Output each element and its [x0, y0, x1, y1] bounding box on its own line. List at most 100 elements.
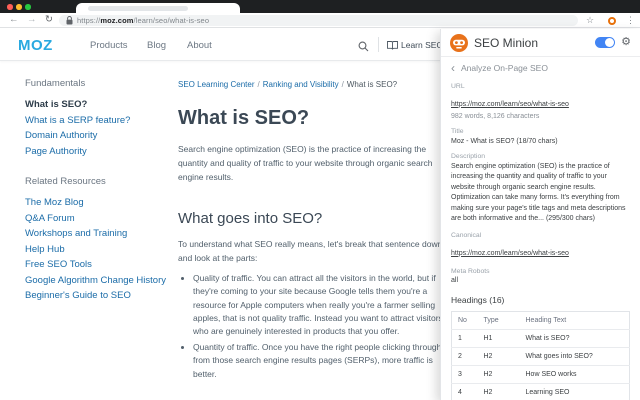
cell-heading-text: Learning SEO [520, 384, 630, 400]
sidebar-item-page-authority[interactable]: Page Authority [25, 144, 177, 160]
toggle-knob [605, 38, 614, 47]
seo-minion-robot-icon [450, 34, 468, 52]
meta-robots-label: Meta Robots [451, 268, 630, 275]
cell-no: 1 [452, 330, 478, 348]
breadcrumb-current: What is SEO? [347, 80, 397, 89]
header-divider [378, 37, 379, 52]
breadcrumb-separator: / [258, 80, 260, 89]
learn-seo-label: Learn SEO [401, 40, 443, 50]
sidebar-list-related-resources: The Moz Blog Q&A Forum Workshops and Tra… [25, 195, 177, 304]
cell-heading-text: What goes into SEO? [520, 348, 630, 366]
description-section: Description Search engine optimization (… [451, 153, 630, 225]
title-value: Moz - What is SEO? (18/70 chars) [451, 138, 630, 145]
cell-no: 2 [452, 348, 478, 366]
url-label: URL [451, 83, 630, 90]
seo-minion-extension-icon[interactable] [608, 17, 616, 25]
panel-body: URL https://moz.com/learn/seo/what-is-se… [441, 79, 640, 400]
sidebar-item-beginners-guide[interactable]: Beginner's Guide to SEO [25, 288, 177, 304]
cell-type: H2 [478, 384, 520, 400]
sidebar-item-algorithm-history[interactable]: Google Algorithm Change History [25, 273, 177, 289]
address-bar[interactable]: https://moz.com/learn/seo/what-is-seo [59, 15, 578, 26]
headings-count-title: Headings (16) [451, 295, 630, 305]
col-header-no: No [452, 312, 478, 330]
panel-title: SEO Minion [474, 36, 589, 50]
url-link[interactable]: https://moz.com/learn/seo/what-is-seo [451, 101, 569, 108]
sidebar-item-serp-feature[interactable]: What is a SERP feature? [25, 113, 177, 129]
forward-icon[interactable]: → [27, 13, 37, 27]
section-heading: What goes into SEO? [178, 210, 454, 227]
search-icon[interactable] [358, 39, 369, 57]
traffic-light-zoom-button[interactable] [25, 4, 31, 10]
url-text: https://moz.com/learn/seo/what-is-seo [77, 16, 209, 25]
headings-table: No Type Heading Text 1 H1 What is SEO? 2… [451, 311, 630, 400]
sidebar: Fundamentals What is SEO? What is a SERP… [25, 78, 177, 321]
sidebar-item-help-hub[interactable]: Help Hub [25, 242, 177, 258]
bookmark-star-icon[interactable]: ☆ [586, 13, 594, 27]
breadcrumb-ranking-visibility[interactable]: Ranking and Visibility [263, 80, 339, 89]
url-section: URL https://moz.com/learn/seo/what-is-se… [451, 83, 630, 120]
sidebar-section-title-related-resources: Related Resources [25, 176, 177, 187]
reload-icon[interactable]: ↻ [45, 13, 53, 27]
panel-subtitle: Analyze On-Page SEO [461, 63, 548, 73]
bullet-list: Quality of traffic. You can attract all … [178, 272, 454, 381]
description-value: Search engine optimization (SEO) is the … [451, 162, 630, 224]
col-header-type: Type [478, 312, 520, 330]
breadcrumb-seo-learning-center[interactable]: SEO Learning Center [178, 80, 255, 89]
table-row: 3 H2 How SEO works [452, 366, 630, 384]
meta-robots-value: all [451, 277, 630, 284]
nav-item-blog[interactable]: Blog [147, 40, 166, 51]
nav-item-products[interactable]: Products [90, 40, 128, 51]
panel-subheader: ‹ Analyze On-Page SEO [441, 57, 640, 79]
bullet-quantity-of-traffic: Quantity of traffic. Once you have the r… [193, 341, 454, 381]
cell-type: H2 [478, 366, 520, 384]
sidebar-item-workshops[interactable]: Workshops and Training [25, 226, 177, 242]
traffic-light-close-button[interactable] [7, 4, 13, 10]
description-label: Description [451, 153, 630, 160]
traffic-light-minimize-button[interactable] [16, 4, 22, 10]
moz-logo[interactable]: MOZ [18, 37, 53, 54]
sidebar-item-what-is-seo[interactable]: What is SEO? [25, 97, 177, 113]
intro-paragraph: Search engine optimization (SEO) is the … [178, 143, 454, 184]
lead-paragraph: To understand what SEO really means, let… [178, 238, 454, 264]
browser-window: ← → ↻ https://moz.com/learn/seo/what-is-… [0, 0, 640, 400]
back-icon[interactable]: ← [9, 13, 19, 27]
sidebar-section-title-fundamentals: Fundamentals [25, 78, 177, 89]
browser-tab[interactable] [76, 3, 240, 13]
sidebar-list-fundamentals: What is SEO? What is a SERP feature? Dom… [25, 97, 177, 159]
breadcrumb-separator: / [342, 80, 344, 89]
canonical-label: Canonical [451, 232, 630, 239]
table-row: 4 H2 Learning SEO [452, 384, 630, 400]
canonical-link[interactable]: https://moz.com/learn/seo/what-is-seo [451, 250, 569, 257]
headings-table-header-row: No Type Heading Text [452, 312, 630, 330]
tab-title-placeholder [88, 6, 188, 11]
browser-menu-icon[interactable]: ⋮ [626, 13, 635, 27]
cell-no: 4 [452, 384, 478, 400]
sidebar-item-free-seo-tools[interactable]: Free SEO Tools [25, 257, 177, 273]
url-domain: moz.com [100, 16, 133, 25]
breadcrumb: SEO Learning Center/Ranking and Visibili… [178, 80, 454, 89]
col-header-heading-text: Heading Text [520, 312, 630, 330]
title-label: Title [451, 128, 630, 135]
canonical-section: Canonical https://moz.com/learn/seo/what… [451, 232, 630, 260]
url-path: /learn/seo/what-is-seo [134, 16, 210, 25]
nav-item-about[interactable]: About [187, 40, 212, 51]
sidebar-item-domain-authority[interactable]: Domain Authority [25, 128, 177, 144]
sidebar-item-qa-forum[interactable]: Q&A Forum [25, 211, 177, 227]
table-row: 1 H1 What is SEO? [452, 330, 630, 348]
url-scheme: https:// [77, 16, 100, 25]
extension-toggle[interactable] [595, 37, 615, 48]
lock-icon [66, 16, 73, 25]
page-title: What is SEO? [178, 107, 454, 130]
panel-header: SEO Minion ⚙ [441, 29, 640, 57]
browser-toolbar: ← → ↻ https://moz.com/learn/seo/what-is-… [0, 13, 640, 28]
url-stats: 982 words, 8,126 characters [451, 113, 630, 120]
back-chevron-icon[interactable]: ‹ [451, 62, 455, 74]
cell-heading-text: What is SEO? [520, 330, 630, 348]
table-row: 2 H2 What goes into SEO? [452, 348, 630, 366]
seo-minion-panel: SEO Minion ⚙ ‹ Analyze On-Page SEO URL h… [440, 29, 640, 400]
cell-no: 3 [452, 366, 478, 384]
sidebar-item-moz-blog[interactable]: The Moz Blog [25, 195, 177, 211]
gear-icon[interactable]: ⚙ [621, 37, 631, 48]
learn-seo-button[interactable]: Learn SEO [387, 40, 443, 50]
cell-type: H2 [478, 348, 520, 366]
